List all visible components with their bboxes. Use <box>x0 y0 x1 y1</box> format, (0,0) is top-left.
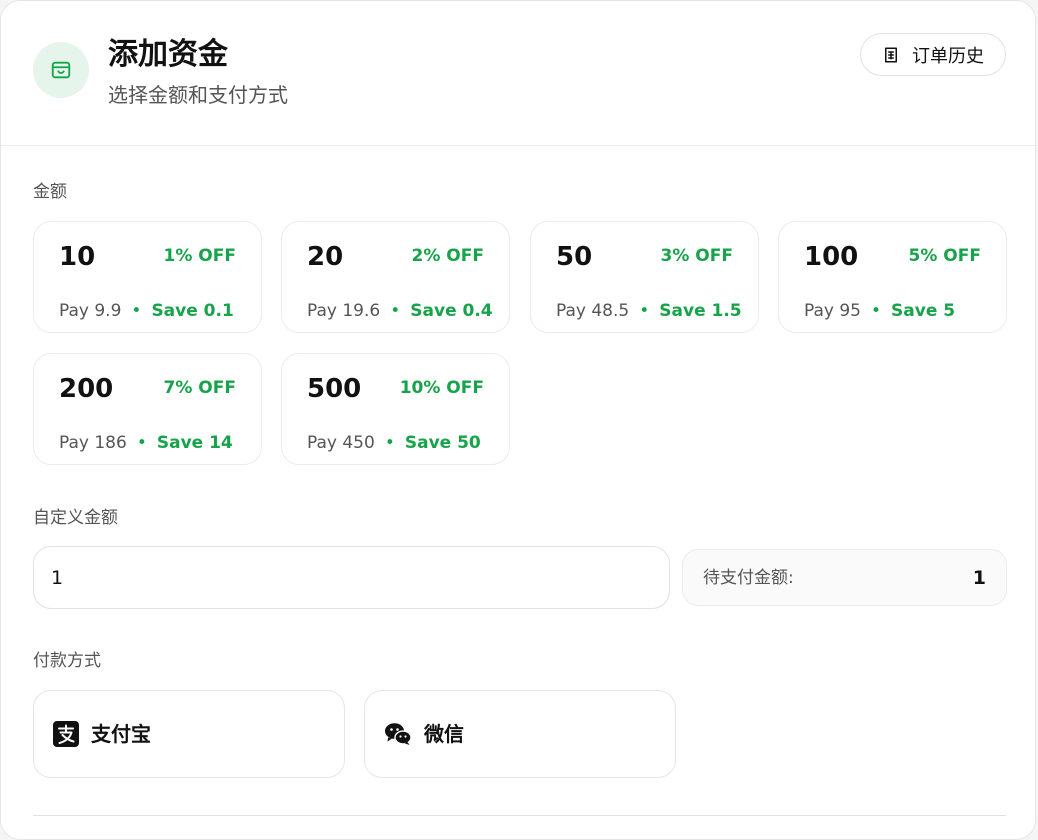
preset-pay: Pay 48.5 <box>556 301 630 321</box>
preset-amount-200[interactable]: 200 7% OFF Pay 186 • Save 14 <box>33 353 262 465</box>
page-subtitle: 选择金额和支付方式 <box>108 83 288 107</box>
order-history-button[interactable]: 订单历史 <box>860 33 1006 76</box>
separator-dot: • <box>131 301 142 321</box>
preset-pay: Pay 9.9 <box>59 301 122 321</box>
payment-method-label: 付款方式 <box>33 651 101 671</box>
payment-method-alipay[interactable]: 支付宝 <box>33 690 345 778</box>
pending-amount-value: 1 <box>972 567 986 589</box>
payment-method-name: 微信 <box>424 722 464 746</box>
pending-amount-box: 待支付金额: 1 <box>682 549 1007 606</box>
preset-save: Save 14 <box>156 433 233 453</box>
preset-save: Save 0.4 <box>410 301 493 321</box>
preset-discount: 7% OFF <box>163 378 236 398</box>
preset-amount: 50 <box>556 242 593 272</box>
preset-save: Save 50 <box>404 433 481 453</box>
separator-dot: • <box>384 433 395 453</box>
preset-amount-20[interactable]: 20 2% OFF Pay 19.6 • Save 0.4 <box>281 221 510 333</box>
preset-discount: 10% OFF <box>399 378 484 398</box>
preset-amount-50[interactable]: 50 3% OFF Pay 48.5 • Save 1.5 <box>530 221 759 333</box>
preset-amount-500[interactable]: 500 10% OFF Pay 450 • Save 50 <box>281 353 510 465</box>
pending-amount-label: 待支付金额: <box>703 568 794 588</box>
receipt-icon <box>882 46 900 64</box>
preset-discount: 2% OFF <box>411 246 484 266</box>
preset-pay: Pay 450 <box>307 433 375 453</box>
preset-save: Save 0.1 <box>151 301 234 321</box>
preset-save: Save 5 <box>891 301 956 321</box>
wallet-icon <box>50 59 72 81</box>
card-header: 添加资金 选择金额和支付方式 订单历史 <box>1 1 1037 146</box>
preset-pay-line: Pay 48.5 • Save 1.5 <box>556 299 742 323</box>
separator-dot: • <box>639 301 650 321</box>
wechat-icon <box>384 722 412 746</box>
preset-save: Save 1.5 <box>659 301 742 321</box>
preset-amount: 100 <box>804 242 859 272</box>
preset-discount: 3% OFF <box>660 246 733 266</box>
preset-amount: 20 <box>307 242 344 272</box>
order-history-label: 订单历史 <box>912 45 984 67</box>
preset-amount-100[interactable]: 100 5% OFF Pay 95 • Save 5 <box>778 221 1007 333</box>
preset-amount: 200 <box>59 374 114 404</box>
add-funds-card: 添加资金 选择金额和支付方式 订单历史 金额 10 1% OFF Pay 9.9… <box>0 0 1037 840</box>
preset-discount: 5% OFF <box>908 246 981 266</box>
preset-amount: 10 <box>59 242 96 272</box>
preset-pay: Pay 19.6 <box>307 301 381 321</box>
separator-dot: • <box>136 433 147 453</box>
preset-pay-line: Pay 19.6 • Save 0.4 <box>307 299 493 323</box>
preset-amount: 500 <box>307 374 362 404</box>
separator-dot: • <box>390 301 401 321</box>
preset-pay-line: Pay 450 • Save 50 <box>307 431 481 455</box>
preset-pay-line: Pay 186 • Save 14 <box>59 431 233 455</box>
preset-pay: Pay 186 <box>59 433 127 453</box>
wallet-badge <box>33 42 89 98</box>
alipay-icon <box>53 721 79 747</box>
page-title: 添加资金 <box>108 37 228 72</box>
preset-amount-10[interactable]: 10 1% OFF Pay 9.9 • Save 0.1 <box>33 221 262 333</box>
amount-section-label: 金额 <box>33 182 67 202</box>
payment-method-name: 支付宝 <box>91 722 151 746</box>
custom-amount-input[interactable] <box>33 546 670 609</box>
preset-pay-line: Pay 9.9 • Save 0.1 <box>59 299 234 323</box>
payment-method-wechat[interactable]: 微信 <box>364 690 676 778</box>
custom-amount-label: 自定义金额 <box>33 508 118 528</box>
preset-pay-line: Pay 95 • Save 5 <box>804 299 955 323</box>
separator-dot: • <box>871 301 882 321</box>
preset-pay: Pay 95 <box>804 301 862 321</box>
preset-discount: 1% OFF <box>163 246 236 266</box>
bottom-divider <box>33 815 1006 816</box>
